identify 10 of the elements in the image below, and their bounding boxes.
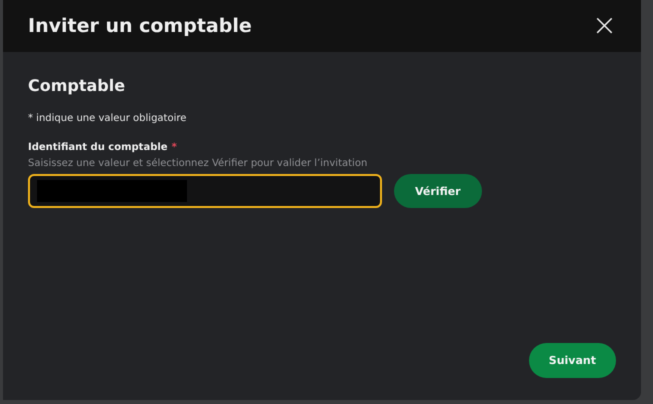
required-note: * indique une valeur obligatoire	[28, 113, 188, 124]
verify-button[interactable]: Vérifier	[394, 174, 482, 208]
dialog-title: Inviter un comptable	[28, 15, 252, 37]
field-label: Identifiant du comptable	[28, 142, 168, 153]
close-button[interactable]: ×	[588, 11, 621, 41]
required-mark: *	[172, 142, 177, 153]
next-button[interactable]: Suivant	[528, 343, 616, 378]
field-hint: Saisissez une valeur et sélectionnez Vérifier pour valider l’invitation	[28, 158, 368, 169]
input-field[interactable]	[28, 174, 382, 208]
section-heading: Comptable	[28, 76, 126, 95]
